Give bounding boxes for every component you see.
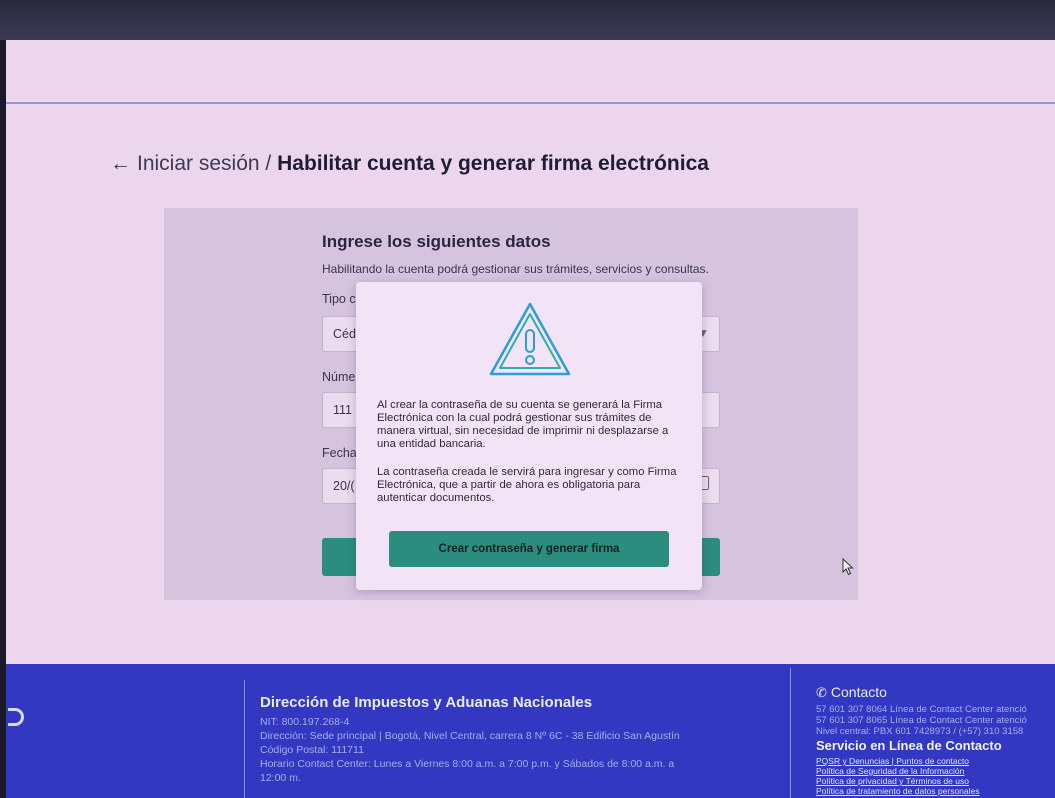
- contact-points-link[interactable]: Puntos de contacto: [896, 756, 969, 766]
- issue-date-value: 20/(: [333, 479, 355, 493]
- contact-label: Contacto: [830, 684, 887, 700]
- breadcrumb-separator: /: [265, 152, 272, 175]
- privacy-policy-link[interactable]: Política de privacidad y Términos de uso: [816, 776, 969, 786]
- security-policy-link[interactable]: Política de Seguridad de la Información: [816, 766, 964, 776]
- form-subtitle: Habilitando la cuenta podrá gestionar su…: [322, 262, 709, 276]
- signature-info-modal: Al crear la contraseña de su cuenta se g…: [356, 282, 702, 590]
- contact-line: 57 601 307 8065 Línea de Contact Center …: [816, 715, 1027, 726]
- breadcrumb: ← Iniciar sesión / Habilitar cuenta y gen…: [110, 152, 709, 176]
- document-type-label: Tipo c: [322, 292, 356, 306]
- monitor-bezel: [0, 0, 1055, 40]
- mouse-cursor-icon: [842, 558, 854, 576]
- pqsr-link[interactable]: PQSR y Denuncias: [816, 756, 889, 766]
- site-footer: Dirección de Impuestos y Aduanas Naciona…: [6, 664, 1055, 798]
- footer-hours-end: 12:00 m.: [260, 772, 301, 784]
- modal-paragraph-2: La contraseña creada le servirá para ing…: [377, 466, 677, 504]
- footer-nit: NIT: 800.197.268-4: [260, 716, 350, 728]
- link-separator: |: [891, 756, 894, 766]
- back-arrow-icon[interactable]: ←: [110, 152, 131, 175]
- data-policy-link[interactable]: Política de tratamiento de datos persona…: [816, 786, 980, 796]
- footer-address: Dirección: Sede principal | Bogotá, Nive…: [260, 730, 680, 742]
- warning-triangle-icon: [489, 302, 571, 376]
- footer-postal: Código Postal: 111711: [260, 744, 364, 756]
- issue-date-label: Fecha: [322, 446, 357, 460]
- footer-contact-title: ✆ Contacto: [816, 684, 887, 701]
- create-password-button[interactable]: Crear contraseña y generar firma: [389, 531, 669, 567]
- footer-service-title: Servicio en Línea de Contacto: [816, 738, 1002, 753]
- document-number-label: Núme: [322, 370, 356, 384]
- footer-hours: Horario Contact Center: Lunes a Viernes …: [260, 758, 675, 770]
- form-title: Ingrese los siguientes datos: [322, 232, 551, 251]
- contact-line: 57 601 307 8064 Línea de Contact Center …: [816, 704, 1027, 715]
- modal-paragraph-1: Al crear la contraseña de su cuenta se g…: [377, 399, 669, 450]
- page-title: Habilitar cuenta y generar firma electró…: [277, 152, 709, 175]
- header-divider: [6, 102, 1055, 104]
- breadcrumb-back-link[interactable]: Iniciar sesión: [137, 152, 260, 175]
- contact-line: Nivel central: PBX 601 7428973 / (+57) 3…: [816, 726, 1024, 737]
- footer-org-name: Dirección de Impuestos y Aduanas Naciona…: [260, 694, 593, 711]
- document-type-value: Céd: [333, 327, 356, 341]
- document-number-value: 111: [333, 403, 353, 417]
- footer-logo: [8, 708, 24, 726]
- footer-divider: [244, 680, 245, 798]
- footer-divider: [790, 668, 791, 798]
- browser-viewport: ← Iniciar sesión / Habilitar cuenta y gen…: [6, 40, 1055, 798]
- phone-icon: ✆: [816, 685, 827, 700]
- footer-links-row: PQSR y Denuncias | Puntos de contacto: [816, 756, 969, 766]
